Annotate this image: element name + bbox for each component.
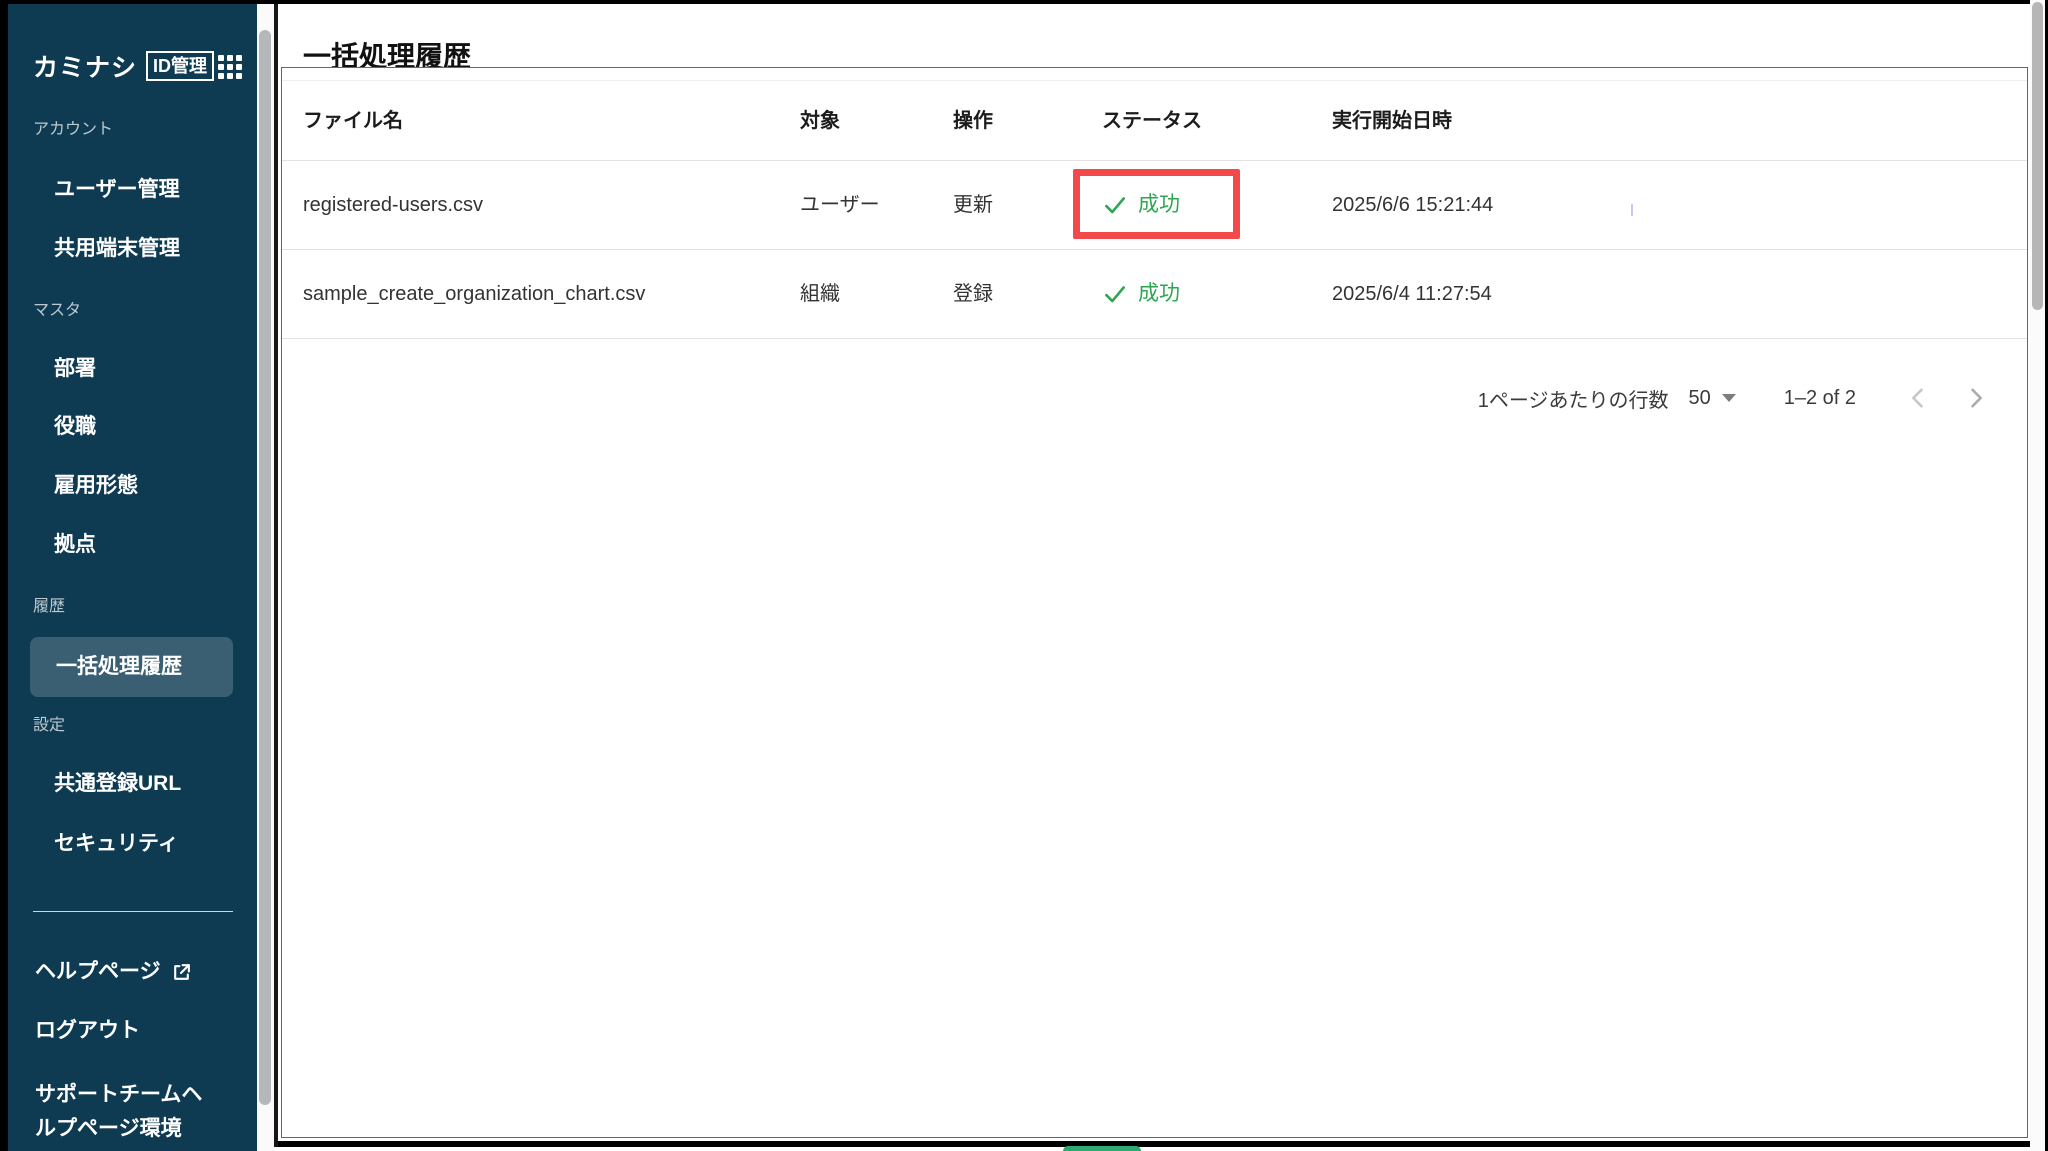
pagination-range-label: 1–2 of 2 <box>1784 387 1856 410</box>
content-left-divider <box>274 4 278 1147</box>
table-row-2-status: 成功 <box>1138 281 1180 307</box>
window-border-bottom <box>278 1141 2045 1147</box>
table-divider <box>282 338 2027 339</box>
rows-per-page-select[interactable]: 50 <box>1688 387 1735 410</box>
table-row-1-file-name: registered-users.csv <box>303 192 483 218</box>
annotation-highlight-box <box>1073 169 1240 239</box>
column-header-started-at: 実行開始日時 <box>1332 108 1452 134</box>
logout-label: ログアウト <box>35 1019 140 1043</box>
sidebar-link-help-page[interactable]: ヘルプページ <box>35 960 192 984</box>
apps-grid-icon[interactable] <box>218 55 242 79</box>
rows-per-page-value: 50 <box>1688 387 1710 410</box>
table-pagination: 1ページあたりの行数 50 1–2 of 2 <box>281 378 2028 418</box>
table-row-1-target: ユーザー <box>800 192 880 218</box>
help-page-label: ヘルプページ <box>35 960 161 984</box>
sidebar-link-support-team-help[interactable]: サポートチームヘルプページ環境 <box>35 1078 221 1146</box>
table-divider <box>282 160 2027 161</box>
chevron-left-icon <box>1904 384 1932 412</box>
sidebar-divider <box>33 911 233 912</box>
sidebar-item-position[interactable]: 役職 <box>54 415 96 439</box>
brand-name: カミナシ <box>33 48 137 84</box>
pagination-prev-button[interactable] <box>1904 384 1932 412</box>
sidebar-item-shared-device-management[interactable]: 共用端末管理 <box>54 237 180 261</box>
external-link-icon <box>171 962 192 983</box>
chevron-right-icon <box>1962 384 1990 412</box>
table-row-2-operation: 登録 <box>953 281 993 307</box>
pagination-next-button[interactable] <box>1962 384 1990 412</box>
sidebar-scrollbar-thumb[interactable] <box>259 30 271 1105</box>
text-cursor-artifact <box>1631 204 1633 216</box>
sidebar: カミナシ ID管理 アカウント ユーザー管理 共用端末管理 マスタ 部署 役職 … <box>8 4 257 1151</box>
table-row-2-started-at: 2025/6/4 11:27:54 <box>1332 281 1492 307</box>
column-header-operation: 操作 <box>953 108 993 134</box>
table-divider <box>282 249 2027 250</box>
page-scrollbar-thumb[interactable] <box>2032 2 2043 310</box>
sidebar-item-batch-history-label: 一括処理履歴 <box>56 637 182 697</box>
app-window: カミナシ ID管理 アカウント ユーザー管理 共用端末管理 マスタ 部署 役職 … <box>0 0 2048 1151</box>
brand-badge: ID管理 <box>146 51 214 81</box>
rows-per-page-label: 1ページあたりの行数 <box>1478 384 1669 413</box>
sidebar-section-history: 履歴 <box>33 597 65 617</box>
window-border-left <box>0 0 8 1151</box>
sidebar-item-batch-history-active[interactable]: 一括処理履歴 <box>30 637 233 697</box>
column-header-target: 対象 <box>800 108 840 134</box>
sidebar-item-location[interactable]: 拠点 <box>54 533 96 557</box>
sidebar-section-master: マスタ <box>33 301 81 321</box>
page-scrollbar-track[interactable] <box>2030 0 2045 1151</box>
sidebar-link-logout[interactable]: ログアウト <box>35 1019 140 1043</box>
table-row-1-started-at: 2025/6/6 15:21:44 <box>1332 192 1493 218</box>
sidebar-item-security[interactable]: セキュリティ <box>54 832 179 856</box>
sidebar-section-settings: 設定 <box>33 716 65 736</box>
column-header-file-name: ファイル名 <box>303 108 403 134</box>
check-icon <box>1102 281 1128 307</box>
window-border-top <box>0 0 2030 4</box>
table-row-2-file-name: sample_create_organization_chart.csv <box>303 281 645 307</box>
sidebar-section-account: アカウント <box>33 120 113 140</box>
column-header-status: ステータス <box>1102 108 1202 134</box>
card-top-inner-line <box>282 80 2027 81</box>
bottom-peek-button[interactable] <box>1063 1146 1141 1151</box>
sidebar-scrollbar-track[interactable] <box>257 4 274 1151</box>
table-row-1-operation: 更新 <box>953 192 993 218</box>
brand-logo[interactable]: カミナシ ID管理 <box>33 48 214 84</box>
table-row-2-target: 組織 <box>800 281 840 307</box>
sidebar-item-common-registration-url[interactable]: 共通登録URL <box>54 772 181 796</box>
sidebar-item-employment-type[interactable]: 雇用形態 <box>54 474 138 498</box>
sidebar-item-user-management[interactable]: ユーザー管理 <box>54 178 180 202</box>
caret-down-icon <box>1722 394 1736 402</box>
sidebar-item-department[interactable]: 部署 <box>54 357 96 381</box>
